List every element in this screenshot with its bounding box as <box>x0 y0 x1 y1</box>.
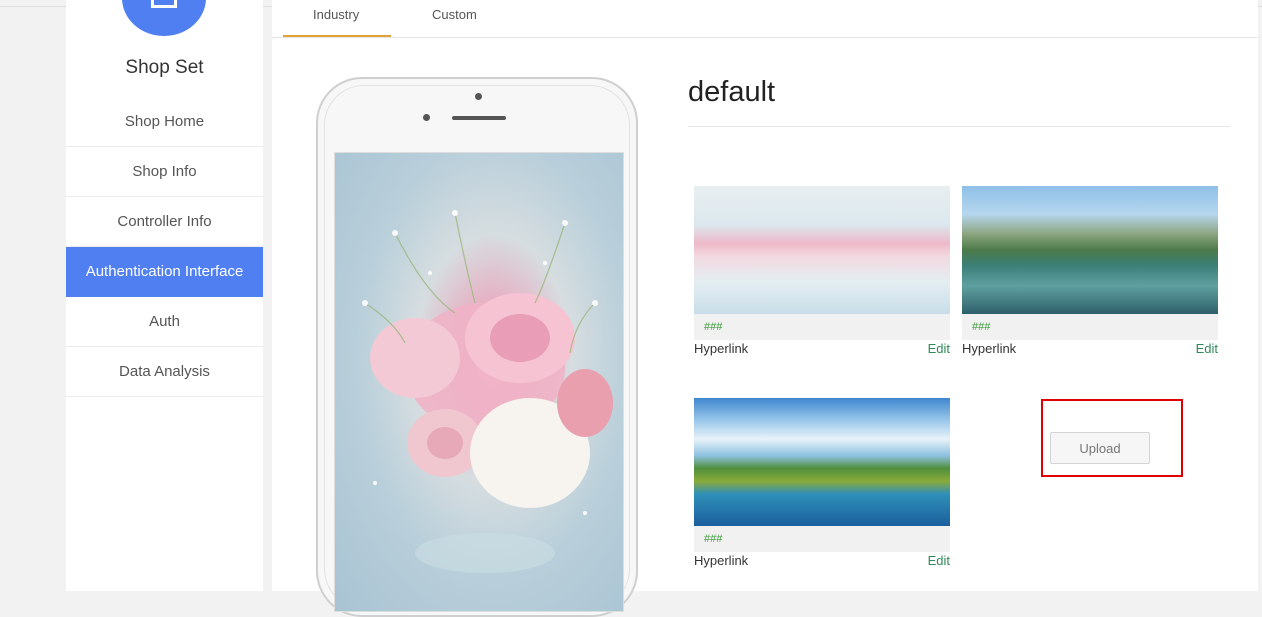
tab-custom[interactable]: Custom <box>432 7 477 22</box>
sidebar-item-shop-home[interactable]: Shop Home <box>66 97 263 147</box>
sidebar-item-data-analysis[interactable]: Data Analysis <box>66 347 263 397</box>
image-card: ### Hyperlink Edit <box>962 186 1218 360</box>
island-sea-thumbnail[interactable] <box>694 398 950 526</box>
phone-preview <box>316 77 638 617</box>
tab-bar: Industry Custom <box>272 0 1258 38</box>
card-tag: ### <box>694 526 950 552</box>
sidebar-item-auth[interactable]: Auth <box>66 297 263 347</box>
card-tag: ### <box>694 314 950 340</box>
sidebar-item-authentication-interface[interactable]: Authentication Interface <box>66 247 263 297</box>
card-footer: Hyperlink Edit <box>694 552 950 572</box>
tab-industry[interactable]: Industry <box>313 7 359 22</box>
phone-screen-image <box>334 152 624 612</box>
flower-bouquet-image <box>362 210 613 573</box>
active-tab-indicator <box>283 35 391 37</box>
phone-sensor-icon <box>423 114 430 121</box>
main-panel: Industry Custom default ### Hyperlink Ed… <box>272 0 1258 617</box>
section-heading: default <box>688 76 776 108</box>
card-hyperlink[interactable]: Hyperlink <box>962 340 1016 358</box>
pink-flowers-thumbnail[interactable] <box>694 186 950 314</box>
card-footer: Hyperlink Edit <box>962 340 1218 360</box>
card-tag: ### <box>962 314 1218 340</box>
card-edit-link[interactable]: Edit <box>1196 340 1218 358</box>
phone-camera-icon <box>475 93 482 100</box>
shop-avatar <box>122 0 206 36</box>
card-hyperlink[interactable]: Hyperlink <box>694 340 748 358</box>
card-edit-link[interactable]: Edit <box>928 552 950 570</box>
sidebar-nav: Shop Home Shop Info Controller Info Auth… <box>66 97 263 397</box>
shop-icon <box>151 0 177 8</box>
section-divider <box>688 126 1230 127</box>
card-footer: Hyperlink Edit <box>694 340 950 360</box>
sidebar-item-shop-info[interactable]: Shop Info <box>66 147 263 197</box>
sidebar-item-controller-info[interactable]: Controller Info <box>66 197 263 247</box>
mountain-lake-thumbnail[interactable] <box>962 186 1218 314</box>
sidebar: Shop Set Shop Home Shop Info Controller … <box>66 0 263 591</box>
upload-button[interactable]: Upload <box>1050 432 1150 464</box>
phone-speaker-icon <box>452 116 506 120</box>
shop-title: Shop Set <box>125 57 204 78</box>
upload-highlight-box: Upload <box>1041 399 1183 477</box>
card-edit-link[interactable]: Edit <box>928 340 950 358</box>
image-card: ### Hyperlink Edit <box>694 186 950 360</box>
card-hyperlink[interactable]: Hyperlink <box>694 552 748 570</box>
image-card: ### Hyperlink Edit <box>694 398 950 572</box>
